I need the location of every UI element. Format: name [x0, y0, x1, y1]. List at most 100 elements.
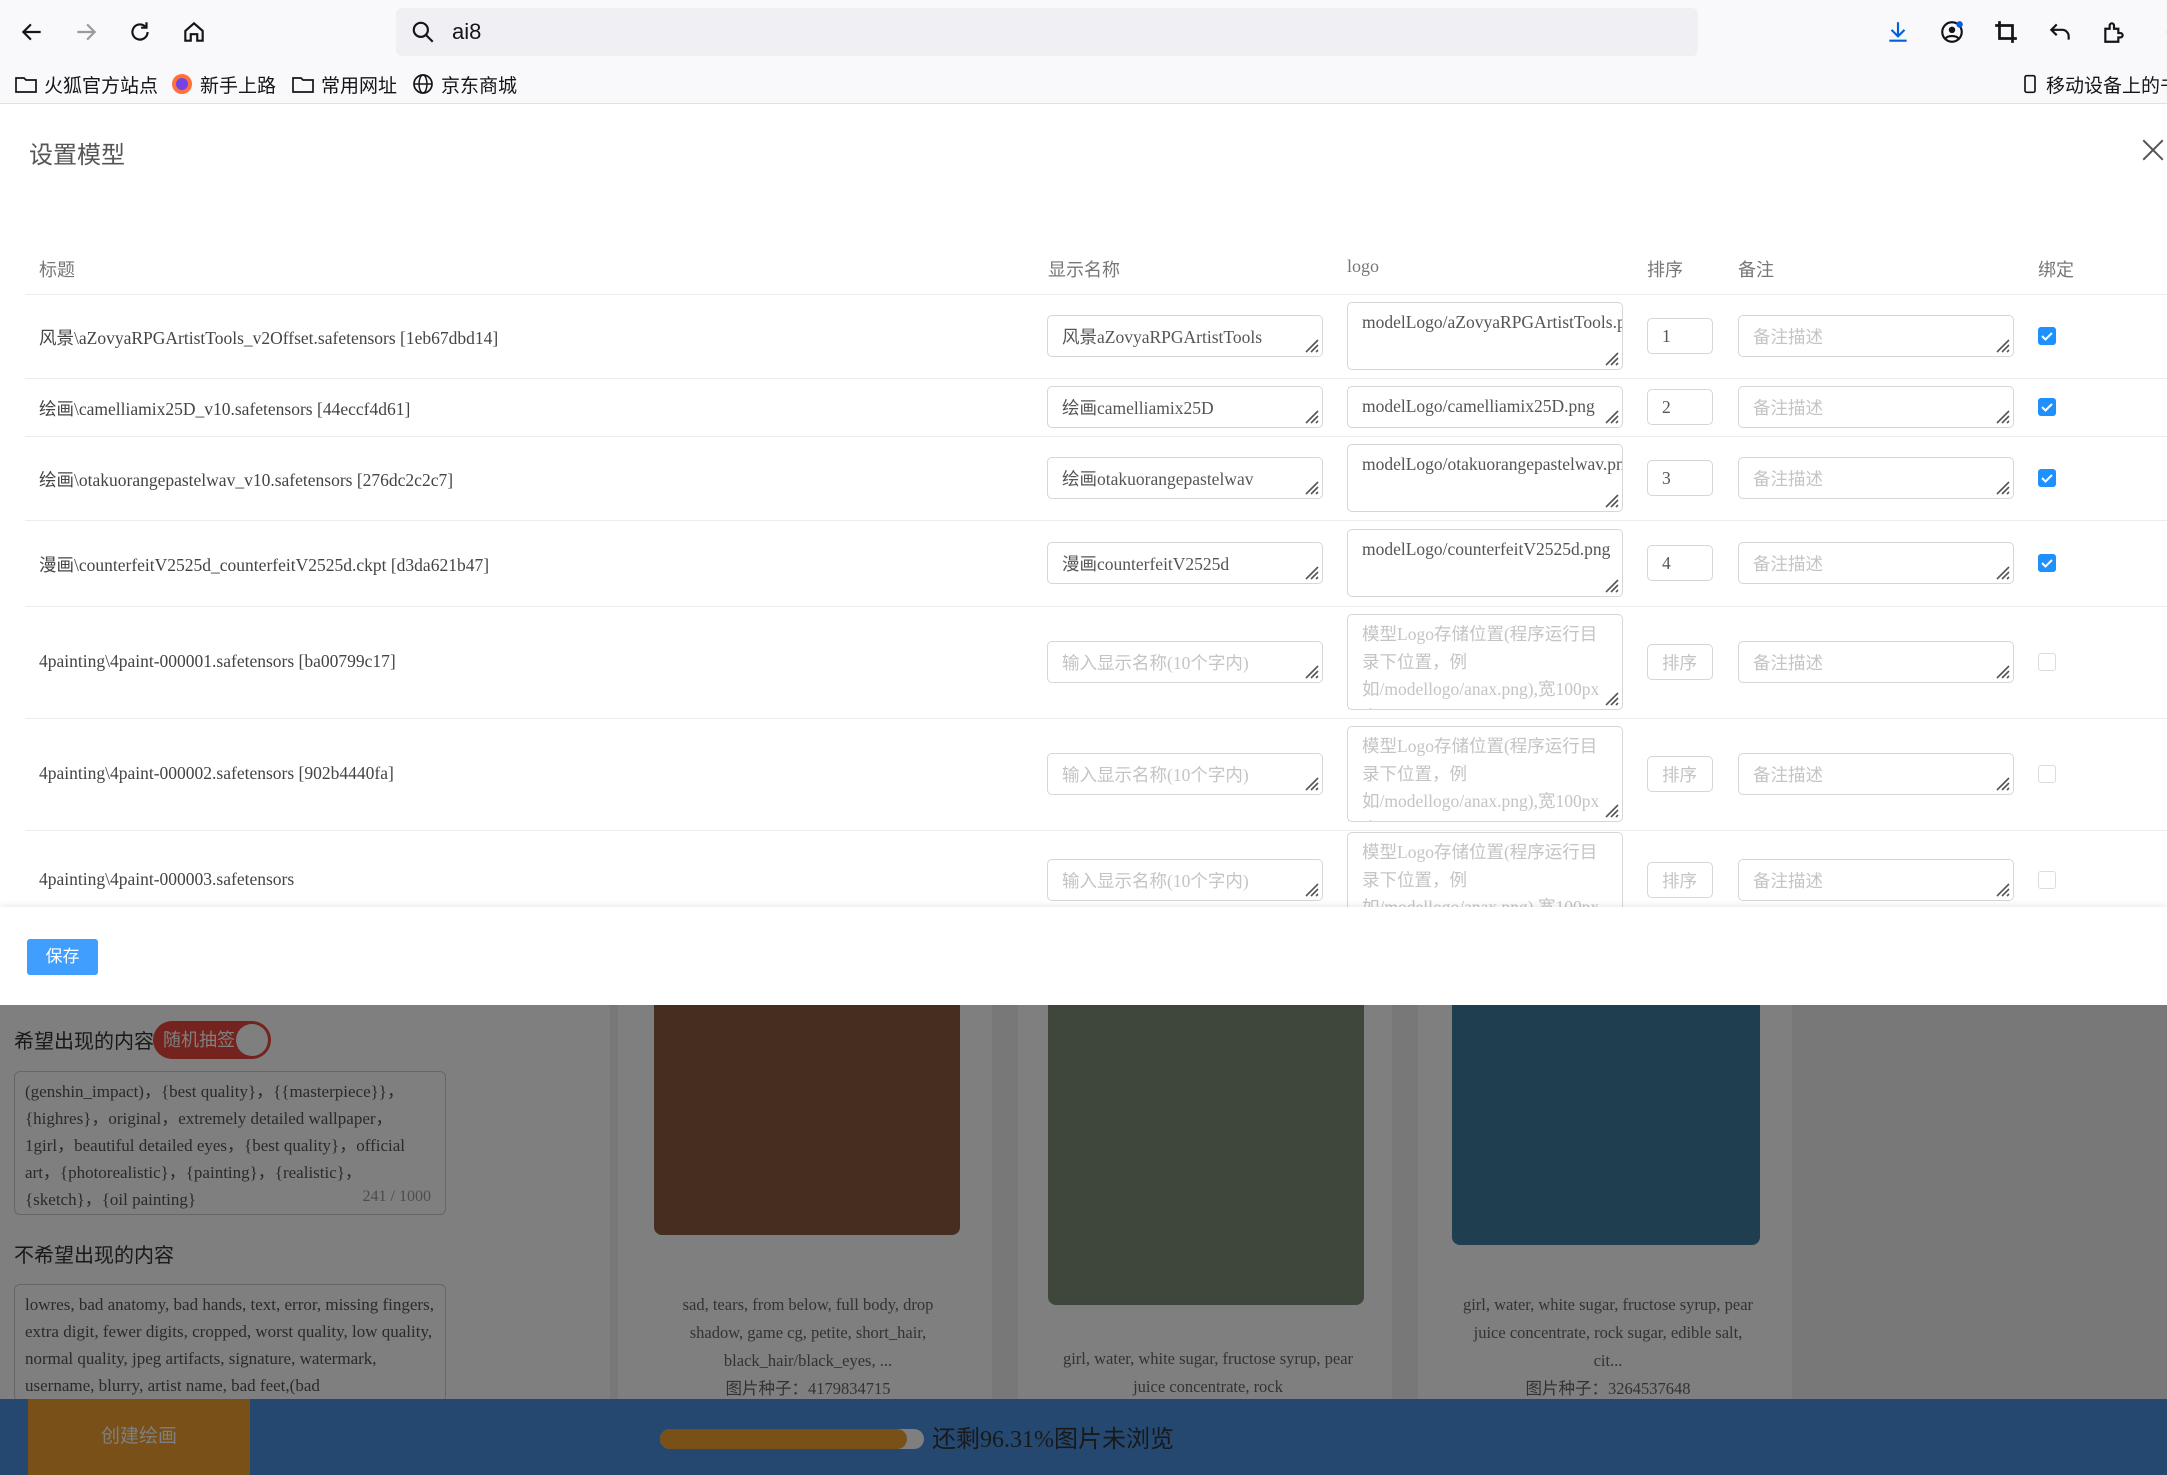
display-name-input-text: 绘画otakuorangepastelwav: [1062, 468, 1254, 489]
order-input-text: 排序: [1662, 652, 1697, 673]
bookmark-label: 火狐官方站点: [44, 75, 159, 97]
bookmarks-bar: 火狐官方站点 新手上路 常用网址 京东商城 移动设备上的书: [0, 64, 2167, 104]
note-input[interactable]: 备注描述: [1738, 315, 2014, 357]
note-input-text: 备注描述: [1753, 652, 1823, 673]
order-input[interactable]: 4: [1647, 545, 1713, 581]
bookmark-common-sites[interactable]: 常用网址: [291, 70, 397, 98]
globe-icon: [413, 74, 433, 94]
logo-input-text: 模型Logo存储位置(程序运行目录下位置，例如/modellogo/anax.p…: [1362, 624, 1600, 709]
save-button[interactable]: 保存: [27, 939, 98, 975]
bind-checkbox[interactable]: [2038, 871, 2056, 889]
order-input[interactable]: 排序: [1647, 756, 1713, 792]
account-icon[interactable]: [1934, 14, 1970, 50]
note-input[interactable]: 备注描述: [1738, 457, 2014, 499]
bookmark-label: 常用网址: [321, 75, 398, 97]
dialog-title: 设置模型: [29, 143, 125, 169]
extensions-icon[interactable]: [2096, 14, 2132, 50]
logo-input[interactable]: modelLogo/aZovyaRPGArtistTools.png: [1347, 302, 1623, 370]
bookmark-jd-mall[interactable]: 京东商城: [411, 70, 517, 98]
logo-input[interactable]: modelLogo/counterfeitV2525d.png: [1347, 529, 1623, 597]
note-input[interactable]: 备注描述: [1738, 542, 2014, 584]
note-input-text: 备注描述: [1753, 553, 1823, 574]
note-input-text: 备注描述: [1753, 397, 1823, 418]
download-icon[interactable]: [1880, 14, 1916, 50]
reload-icon[interactable]: [122, 14, 158, 50]
display-name-input[interactable]: 绘画otakuorangepastelwav: [1047, 457, 1323, 499]
row-divider: [25, 718, 2167, 719]
logo-input-text: modelLogo/camelliamix25D.png: [1362, 396, 1595, 416]
back-icon[interactable]: [14, 14, 50, 50]
home-icon[interactable]: [176, 14, 212, 50]
bind-checkbox[interactable]: [2038, 327, 2056, 345]
menu-icon[interactable]: [2148, 14, 2167, 50]
close-icon[interactable]: [2140, 137, 2166, 163]
header-bind: 绑定: [2038, 260, 2074, 280]
forward-icon[interactable]: [68, 14, 104, 50]
display-name-input[interactable]: 输入显示名称(10个字内): [1047, 753, 1323, 795]
display-name-input-text: 输入显示名称(10个字内): [1062, 652, 1249, 673]
header-display-name: 显示名称: [1048, 260, 1120, 280]
bookmark-label: 移动设备上的书: [2046, 75, 2167, 97]
undo-icon[interactable]: [2042, 14, 2078, 50]
note-input[interactable]: 备注描述: [1738, 641, 2014, 683]
check-icon: [2041, 332, 2053, 341]
row-divider: [25, 378, 2167, 379]
logo-input[interactable]: modelLogo/camelliamix25D.png: [1347, 386, 1623, 428]
logo-input[interactable]: 模型Logo存储位置(程序运行目录下位置，例如/modellogo/anax.p…: [1347, 614, 1623, 710]
url-bar[interactable]: ai8: [396, 8, 1698, 56]
display-name-input[interactable]: 漫画counterfeitV2525d: [1047, 542, 1323, 584]
bookmark-mobile[interactable]: 移动设备上的书: [2020, 70, 2167, 98]
order-input[interactable]: 2: [1647, 389, 1713, 425]
row-divider: [25, 606, 2167, 607]
bookmark-label: 京东商城: [441, 75, 518, 97]
note-input[interactable]: 备注描述: [1738, 753, 2014, 795]
bookmark-getting-started[interactable]: 新手上路: [170, 70, 276, 98]
bind-checkbox[interactable]: [2038, 653, 2056, 671]
bookmark-label: 新手上路: [200, 75, 277, 97]
bind-checkbox[interactable]: [2038, 765, 2056, 783]
row-divider: [25, 830, 2167, 831]
check-icon: [2041, 403, 2053, 412]
bind-checkbox[interactable]: [2038, 398, 2056, 416]
order-input-text: 排序: [1662, 764, 1697, 785]
order-input-text: 3: [1662, 467, 1671, 488]
model-title: 绘画\otakuorangepastelwav_v10.safetensors …: [39, 470, 454, 490]
search-icon: [412, 21, 434, 43]
crop-icon[interactable]: [1988, 14, 2024, 50]
display-name-input[interactable]: 绘画camelliamix25D: [1047, 386, 1323, 428]
firefox-icon: [172, 74, 192, 94]
order-input[interactable]: 排序: [1647, 644, 1713, 680]
model-title: 4painting\4paint-000002.safetensors [902…: [39, 763, 394, 783]
note-input-text: 备注描述: [1753, 870, 1823, 891]
display-name-input[interactable]: 风景aZovyaRPGArtistTools: [1047, 315, 1323, 357]
dialog-footer: 保存: [0, 907, 2167, 1005]
row-divider: [25, 436, 2167, 437]
logo-input[interactable]: 模型Logo存储位置(程序运行目录下位置，例如/modellogo/anax.p…: [1347, 726, 1623, 822]
mobile-icon: [2024, 74, 2036, 94]
folder-icon: [292, 77, 314, 93]
bind-checkbox[interactable]: [2038, 469, 2056, 487]
logo-input[interactable]: modelLogo/otakuorangepastelwav.png: [1347, 444, 1623, 512]
order-input[interactable]: 3: [1647, 460, 1713, 496]
check-icon: [2041, 559, 2053, 568]
browser-toolbar: ai8: [0, 0, 2167, 64]
check-icon: [2041, 474, 2053, 483]
display-name-input-text: 风景aZovyaRPGArtistTools: [1062, 326, 1263, 347]
display-name-input[interactable]: 输入显示名称(10个字内): [1047, 641, 1323, 683]
order-input-text: 1: [1662, 325, 1671, 346]
header-logo: logo: [1347, 256, 1380, 276]
note-input[interactable]: 备注描述: [1738, 859, 2014, 901]
order-input[interactable]: 排序: [1647, 862, 1713, 898]
row-divider: [25, 294, 2167, 295]
url-text[interactable]: ai8: [452, 19, 481, 45]
note-input[interactable]: 备注描述: [1738, 386, 2014, 428]
bookmark-firefox-official[interactable]: 火狐官方站点: [14, 70, 158, 98]
model-title: 4painting\4paint-000003.safetensors: [39, 869, 295, 889]
logo-input-text: 模型Logo存储位置(程序运行目录下位置，例如/modellogo/anax.p…: [1362, 736, 1600, 821]
order-input[interactable]: 1: [1647, 318, 1713, 354]
display-name-input-text: 绘画camelliamix25D: [1062, 397, 1214, 418]
display-name-input[interactable]: 输入显示名称(10个字内): [1047, 859, 1323, 901]
bind-checkbox[interactable]: [2038, 554, 2056, 572]
logo-input-text: modelLogo/otakuorangepastelwav.png: [1362, 454, 1623, 474]
model-title: 4painting\4paint-000001.safetensors [ba0…: [39, 651, 396, 671]
